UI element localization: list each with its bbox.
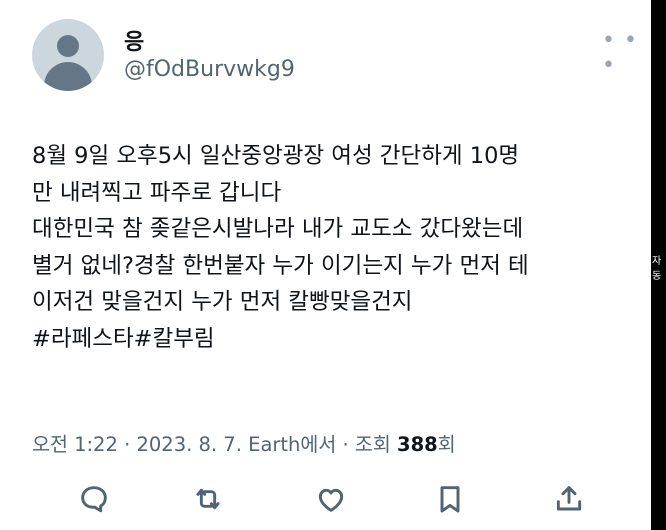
retweet-icon[interactable] (192, 483, 224, 515)
avatar-body-shape (44, 62, 92, 91)
reply-icon[interactable] (78, 483, 110, 515)
tweet-card: 응 @fOdBurvwkg9 • • • 8월 9일 오후5시 일산중앙광장 여… (0, 0, 651, 530)
views-suffix: 회 (437, 433, 456, 456)
tweet-text: 8월 9일 오후5시 일산중앙광장 여성 간단하게 10명 만 내려찍고 파주로… (32, 138, 632, 357)
tweet-line: 만 내려찍고 파주로 갑니다 (32, 179, 282, 206)
edge-label: 자동 (652, 252, 666, 282)
user-handle[interactable]: @fOdBurvwkg9 (124, 57, 295, 82)
share-icon[interactable] (553, 483, 585, 515)
tweet-time[interactable]: 오전 1:22 (32, 433, 118, 456)
views-label: 조회 (354, 433, 391, 456)
tweet-date[interactable]: 2023. 8. 7. (136, 433, 241, 456)
tweet-line: 이저건 맞을건지 누가 먼저 칼빵맞을건지 (32, 289, 413, 315)
tweet-hashtags[interactable]: #라페스타#칼부림 (32, 321, 632, 358)
avatar[interactable] (32, 19, 104, 91)
like-icon[interactable] (315, 483, 347, 515)
tweet-line: 대한민국 참 좆같은시발나라 내가 교도소 갔다왔는데 (32, 216, 524, 242)
bookmark-icon[interactable] (434, 483, 466, 515)
display-name[interactable]: 응 (124, 24, 144, 56)
tweet-line: 8월 9일 오후5시 일산중앙광장 여성 간단하게 10명 (32, 143, 520, 169)
views-count: 388 (397, 433, 438, 456)
tweet-source: Earth에서 (248, 433, 337, 456)
avatar-head-shape (57, 35, 79, 57)
meta-separator: · (124, 433, 131, 456)
more-horizontal-icon[interactable]: • • • (602, 28, 651, 78)
meta-separator: · (342, 433, 349, 456)
tweet-meta: 오전 1:22 · 2023. 8. 7. Earth에서 · 조회 388회 (32, 428, 456, 457)
tweet-line: 별거 없네?경찰 한번붙자 누가 이기는지 누가 먼저 테 (32, 252, 529, 279)
